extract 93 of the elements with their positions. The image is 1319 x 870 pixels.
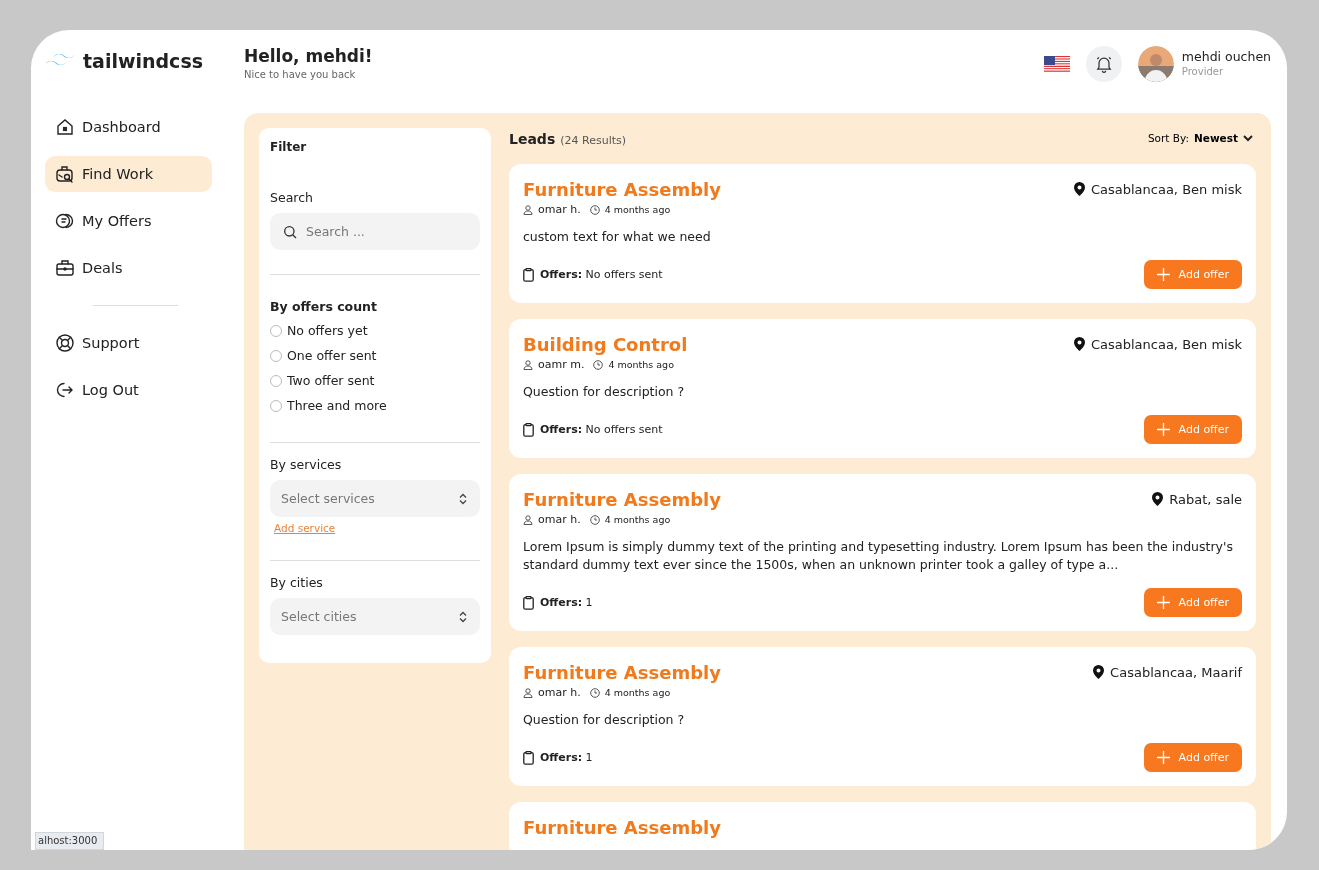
chevron-updown-icon [459,610,467,623]
offers-info: Offers: No offers sent [540,268,663,281]
lifebuoy-icon [55,333,75,353]
lead-author: omar h. [538,686,581,699]
lead-author: omar h. [538,203,581,216]
toolbox-icon [55,258,75,278]
radio-label: One offer sent [287,348,377,363]
offers-info: Offers: No offers sent [540,423,663,436]
lead-description: Question for description ? [523,711,686,729]
lead-description: Lorem Ipsum is simply dummy text of the printing and typesetting industry. Lorem Ipsum has been the industry's standard dummy text ever since the 1500s, when an unknown printer took a galley of type a... [523,538,1234,574]
search-field[interactable]: Search ... [270,213,480,250]
lead-location: Rabat, sale [1169,491,1242,507]
sort-dropdown[interactable]: Sort By: Newest [1147,132,1256,144]
clock-icon [589,204,600,215]
lead-title[interactable]: Furniture Assembly [523,489,721,510]
clipboard-icon [523,267,534,282]
logout-icon [55,380,75,400]
cities-label: By cities [270,575,324,590]
radio-option[interactable]: Two offer sent [270,368,480,393]
sidebar-item[interactable]: Support [45,325,212,361]
greeting: Hello, mehdi! [244,46,373,66]
user-icon [523,687,533,698]
offers-count-title: By offers count [270,299,378,314]
lead-location: Casablancaa, Ben misk [1090,181,1242,197]
clock-icon [589,687,600,698]
location-pin-icon [1073,182,1085,196]
lead-location: Casablancaa, Maarif [1110,664,1242,680]
plus-icon [1156,751,1170,764]
clock-icon [589,514,600,525]
add-offer-button[interactable]: Add offer [1143,743,1242,772]
filter-title: Filter [270,140,308,154]
user-name: mehdi ouchen [1181,49,1271,64]
radio-option[interactable]: Three and more [270,393,480,418]
user-role: Provider [1181,66,1224,77]
notifications-button[interactable] [1085,46,1122,82]
avatar[interactable] [1137,46,1174,82]
lead-description: Question for description ? [523,383,686,401]
greeting-subtitle: Nice to have you back [244,69,357,80]
plus-icon [1156,423,1170,436]
offers-info: Offers: 1 [540,596,593,609]
plus-icon [1156,268,1170,281]
sidebar-item[interactable]: Find Work [45,156,212,192]
chevron-updown-icon [459,492,467,505]
radio-label: Two offer sent [287,373,375,388]
lead-location: Casablancaa, Ben misk [1090,336,1242,352]
lead-time: 4 months ago [604,514,671,525]
search-label: Search [270,190,314,205]
add-offer-button[interactable]: Add offer [1143,260,1242,289]
clipboard-icon [523,750,534,765]
lead-author: oamr m. [538,358,585,371]
briefcase-search-icon [55,164,75,184]
radio-option[interactable]: No offers yet [270,318,480,343]
clipboard-icon [523,422,534,437]
sidebar-item[interactable]: Deals [45,250,212,286]
add-offer-button[interactable]: Add offer [1143,588,1242,617]
location-pin-icon [1093,665,1105,679]
user-icon [523,359,533,370]
lead-time: 4 months ago [608,359,674,370]
radio-label: No offers yet [287,323,368,338]
radio-label: Three and more [287,398,387,413]
user-icon [523,514,533,525]
radio-option[interactable]: One offer sent [270,343,480,368]
lead-time: 4 months ago [604,687,671,698]
logo-text: tailwindcss [83,50,203,72]
lead-title[interactable]: Furniture Assembly [523,662,721,683]
cities-select[interactable]: Select cities [270,598,480,635]
clock-icon [593,359,604,370]
location-pin-icon [1152,492,1164,506]
offers-info: Offers: 1 [540,751,593,764]
results-count: (24 Results) [560,133,627,147]
add-service-link[interactable]: Add service [274,522,336,534]
plus-icon [1156,596,1170,609]
sidebar-item[interactable]: Dashboard [45,109,212,145]
add-offer-button[interactable]: Add offer [1143,415,1242,444]
status-url: alhost:3000 [35,832,105,850]
user-icon [523,204,533,215]
lead-title[interactable]: Building Control [523,334,688,355]
home-icon [55,117,75,137]
services-label: By services [270,457,343,472]
lead-title[interactable]: Furniture Assembly [523,817,1242,838]
clipboard-icon [523,595,534,610]
sidebar-item[interactable]: Log Out [45,372,212,408]
chevron-down-icon [1243,134,1253,142]
location-pin-icon [1073,337,1085,351]
tag-icon [55,211,75,231]
lead-time: 4 months ago [604,204,671,215]
leads-title: Leads [509,130,556,147]
lead-author: omar h. [538,513,581,526]
services-select[interactable]: Select services [270,480,480,517]
flag-icon[interactable] [1043,55,1070,73]
lead-description: custom text for what we need [523,228,712,246]
lead-title[interactable]: Furniture Assembly [523,179,721,200]
sidebar-item[interactable]: My Offers [45,203,212,239]
